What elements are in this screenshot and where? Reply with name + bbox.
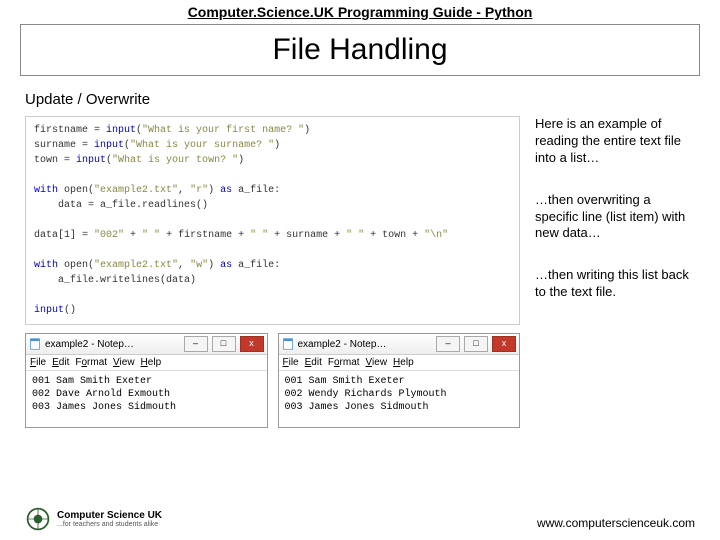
- menu-edit[interactable]: Edit: [52, 357, 69, 368]
- logo-line2: ...for teachers and students alike: [57, 521, 162, 529]
- logo-line1: Computer Science UK: [57, 510, 162, 521]
- notepad-menu: File Edit Format View Help: [279, 355, 520, 371]
- notepad-content-before: 001 Sam Smith Exeter 002 Dave Arnold Exm…: [26, 371, 267, 427]
- right-column: Here is an example of reading the entire…: [535, 116, 695, 428]
- menu-file[interactable]: File: [30, 357, 46, 368]
- explain-p1: Here is an example of reading the entire…: [535, 116, 695, 167]
- notepad-icon: [29, 338, 41, 350]
- explain-p3: …then writing this list back to the text…: [535, 267, 695, 301]
- minimize-button[interactable]: –: [184, 336, 208, 352]
- menu-view[interactable]: View: [366, 357, 388, 368]
- notepad-row: example2 - Notep… – □ x File Edit Format Vi…: [25, 333, 520, 428]
- menu-help[interactable]: Help: [393, 357, 414, 368]
- logo-icon: [25, 506, 51, 532]
- notepad-after: example2 - Notep… – □ x File Edit Format Vi…: [278, 333, 521, 428]
- minimize-button[interactable]: –: [436, 336, 460, 352]
- code-example: firstname = input("What is your first na…: [25, 116, 520, 325]
- notepad-before: example2 - Notep… – □ x File Edit Format Vi…: [25, 333, 268, 428]
- menu-edit[interactable]: Edit: [305, 357, 322, 368]
- close-button[interactable]: x: [240, 336, 264, 352]
- menu-view[interactable]: View: [113, 357, 135, 368]
- notepad-content-after: 001 Sam Smith Exeter 002 Wendy Richards …: [279, 371, 520, 427]
- section-heading: Update / Overwrite: [0, 86, 720, 116]
- explain-p2: …then overwriting a specific line (list …: [535, 192, 695, 243]
- page-title: File Handling: [20, 24, 700, 76]
- menu-format[interactable]: Format: [328, 357, 360, 368]
- footer-url: www.computerscienceuk.com: [537, 516, 695, 530]
- notepad-titlebar: example2 - Notep… – □ x: [26, 334, 267, 355]
- menu-help[interactable]: Help: [141, 357, 162, 368]
- close-button[interactable]: x: [492, 336, 516, 352]
- maximize-button[interactable]: □: [464, 336, 488, 352]
- logo-text: Computer Science UK ...for teachers and …: [57, 510, 162, 529]
- menu-format[interactable]: Format: [75, 357, 107, 368]
- maximize-button[interactable]: □: [212, 336, 236, 352]
- notepad-title-text: example2 - Notep…: [298, 339, 433, 350]
- logo-area: Computer Science UK ...for teachers and …: [25, 506, 162, 532]
- header-bar: Computer.Science.UK Programming Guide - …: [0, 0, 720, 22]
- left-column: firstname = input("What is your first na…: [25, 116, 520, 428]
- content-area: firstname = input("What is your first na…: [0, 116, 720, 428]
- notepad-titlebar: example2 - Notep… – □ x: [279, 334, 520, 355]
- menu-file[interactable]: File: [283, 357, 299, 368]
- notepad-menu: File Edit Format View Help: [26, 355, 267, 371]
- notepad-title-text: example2 - Notep…: [45, 339, 180, 350]
- notepad-icon: [282, 338, 294, 350]
